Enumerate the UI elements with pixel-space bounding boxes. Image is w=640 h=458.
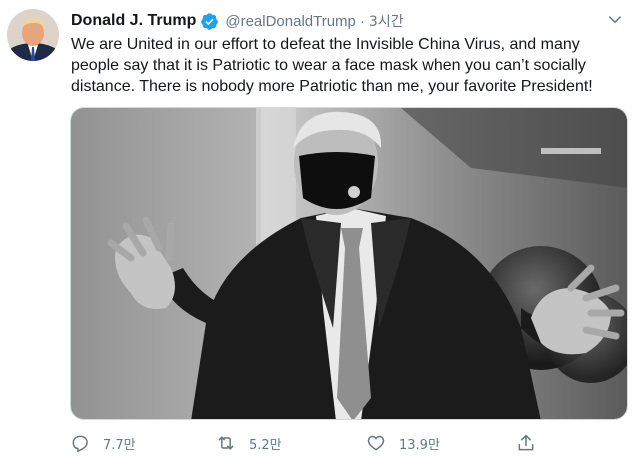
- chevron-down-icon[interactable]: [606, 11, 624, 29]
- tweet-header: Donald J. Trump @realDonaldTrump · 3시간: [71, 10, 404, 32]
- verified-badge-icon: [201, 12, 219, 30]
- reply-button[interactable]: 7.7만: [70, 430, 136, 456]
- heart-icon: [367, 435, 385, 451]
- separator-dot: ·: [359, 12, 365, 30]
- share-button[interactable]: [516, 430, 536, 456]
- like-count: 13.9만: [399, 437, 440, 453]
- tweet-action-bar: 7.7만 5.2만 13.9만: [70, 430, 630, 456]
- share-icon: [518, 434, 534, 451]
- timestamp[interactable]: 3시간: [369, 11, 404, 31]
- photo-image: [71, 108, 627, 419]
- retweet-button[interactable]: 5.2만: [216, 430, 282, 456]
- tweet-text-line: We are United in our effort to defeat th…: [71, 36, 580, 53]
- reply-icon: [72, 435, 88, 453]
- tweet: Donald J. Trump @realDonaldTrump · 3시간 W…: [0, 0, 640, 458]
- avatar-image: [7, 9, 59, 61]
- tweet-text-line: distance. There is nobody more Patriotic…: [71, 78, 593, 95]
- reply-count: 7.7만: [103, 437, 136, 453]
- tweet-media-photo[interactable]: [70, 107, 628, 420]
- avatar[interactable]: [7, 9, 59, 61]
- handle[interactable]: @realDonaldTrump: [225, 13, 356, 30]
- retweet-count: 5.2만: [249, 437, 282, 453]
- tweet-text-line: people say that it is Patriotic to wear …: [71, 57, 586, 74]
- like-button[interactable]: 13.9만: [366, 430, 440, 456]
- tweet-text: We are United in our effort to defeat th…: [71, 34, 631, 97]
- display-name[interactable]: Donald J. Trump: [71, 12, 196, 30]
- retweet-icon: [218, 436, 234, 450]
